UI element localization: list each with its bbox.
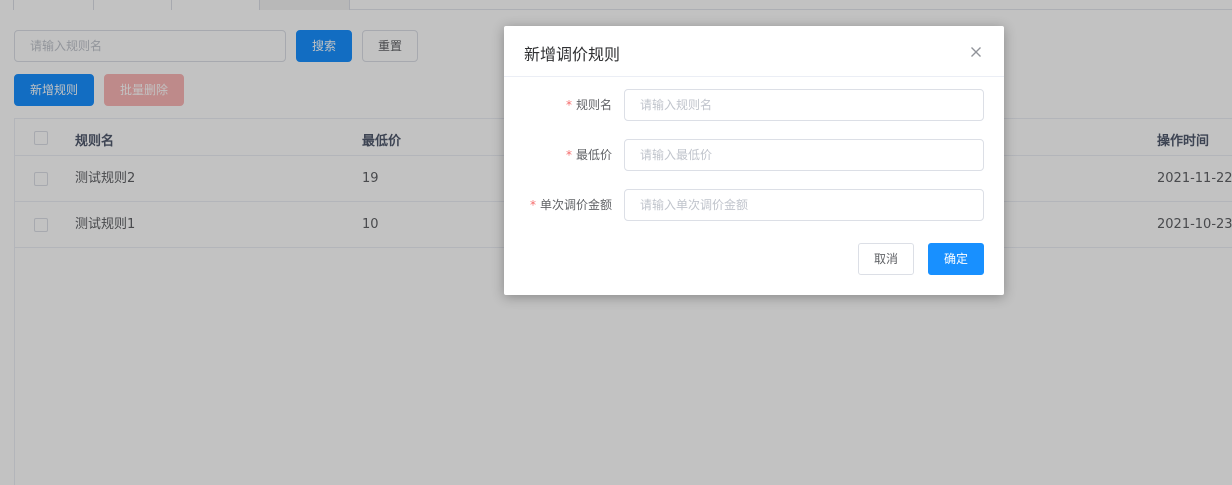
dialog-header: 新增调价规则: [504, 26, 1004, 77]
close-icon[interactable]: [966, 42, 986, 62]
required-star: *: [529, 198, 536, 212]
form-item-adjust-amount: * 单次调价金额 请输入单次调价金额: [504, 189, 1004, 221]
adjust-amount-input[interactable]: 请输入单次调价金额: [624, 189, 984, 221]
form-label-adjust-amount: * 单次调价金额: [530, 196, 612, 213]
min-price-input[interactable]: 请输入最低价: [624, 139, 984, 171]
form-label-rule-name: * 规则名: [566, 96, 612, 113]
page: 请输入规则名 搜索 重置 新增规则 批量删除 规则名 最低价 操作时间 测试规则…: [0, 0, 1232, 485]
dialog-title: 新增调价规则: [524, 45, 621, 64]
adjust-amount-label: 单次调价金额: [539, 198, 612, 212]
form-item-min-price: * 最低价 请输入最低价: [504, 139, 1004, 171]
required-star: *: [565, 98, 572, 112]
rule-name-input[interactable]: 请输入规则名: [624, 89, 984, 121]
rule-name-label: 规则名: [575, 98, 612, 112]
add-rule-dialog: 新增调价规则 * 规则名 请输入规则名 * 最低价 请输入最低价 * 单次调价金额 请…: [504, 26, 1004, 295]
form-label-min-price: * 最低价: [566, 146, 612, 163]
required-star: *: [565, 148, 572, 162]
confirm-button[interactable]: 确定: [928, 243, 984, 275]
form-item-rule-name: * 规则名 请输入规则名: [504, 89, 1004, 121]
cancel-button[interactable]: 取消: [858, 243, 914, 275]
min-price-label: 最低价: [575, 148, 612, 162]
